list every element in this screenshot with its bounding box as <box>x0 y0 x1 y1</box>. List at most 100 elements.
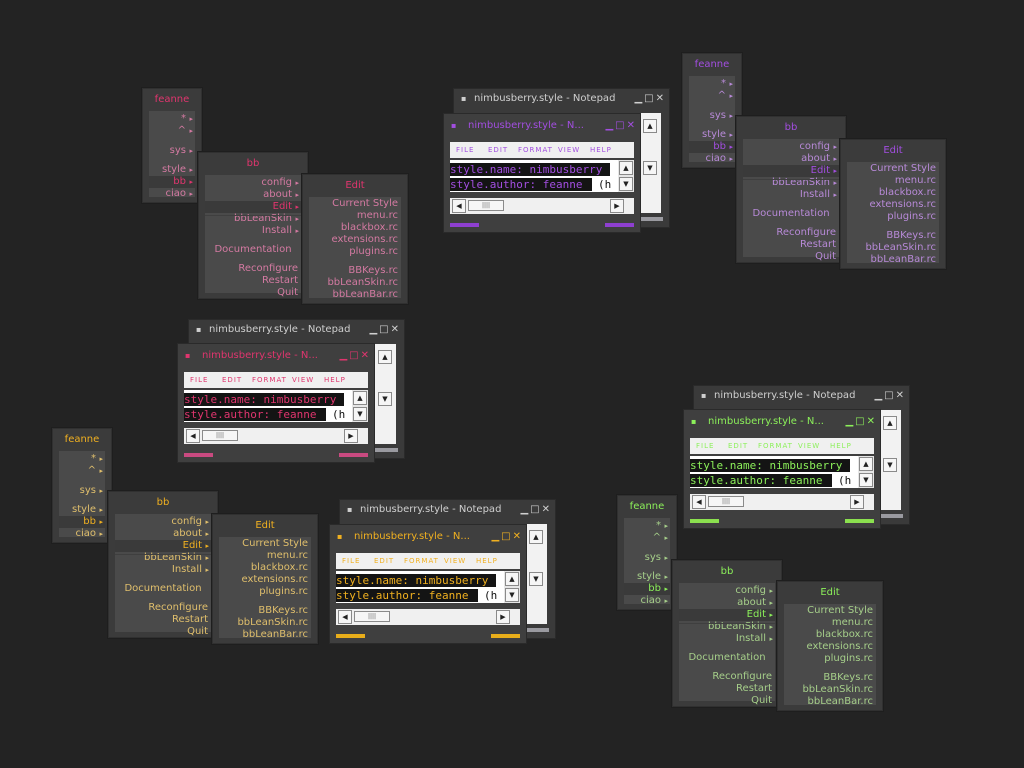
edit-menu-item[interactable]: extensions.rc <box>309 234 401 246</box>
scroll-left-icon[interactable]: ◀ <box>338 610 352 624</box>
edit-menu-item[interactable]: extensions.rc <box>219 574 311 586</box>
notepad-front-titlebar[interactable]: ▪ nimbusberry.style - N... ▁□✕ <box>684 412 880 432</box>
scroll-down-icon[interactable]: ▼ <box>353 407 367 421</box>
scroll-down-icon[interactable]: ▼ <box>529 572 543 586</box>
notepad-editor[interactable]: style.name: nimbusberry style.author: fea… <box>336 571 520 603</box>
root-menu-item[interactable]: style ▸ <box>624 571 670 583</box>
root-menu-item[interactable]: sys ▸ <box>149 145 195 157</box>
bb-menu-item[interactable]: Reconfigure <box>679 671 775 683</box>
scroll-down-icon[interactable]: ▼ <box>619 177 633 191</box>
notepad-window-front[interactable]: ▪ nimbusberry.style - N... ▁□✕ FILE EDIT FORM… <box>684 410 880 528</box>
menubar-item[interactable]: FILE <box>190 376 208 384</box>
notepad-editor[interactable]: style.name: nimbusberry style.author: fea… <box>450 160 634 192</box>
scroll-right-icon[interactable]: ▶ <box>496 610 510 624</box>
root-menu-item[interactable]: sys ▸ <box>59 485 105 497</box>
bb-menu-item[interactable]: Documentation <box>743 208 839 220</box>
scroll-up-icon[interactable]: ▲ <box>883 416 897 430</box>
edit-menu-item[interactable]: blackbox.rc <box>309 222 401 234</box>
minimize-icon[interactable]: ▁ <box>845 416 855 427</box>
scroll-right-icon[interactable]: ▶ <box>850 495 864 509</box>
edit-menu-item[interactable]: Current Style <box>219 538 311 550</box>
root-menu-item[interactable]: bb ▸ <box>59 516 105 528</box>
minimize-icon[interactable]: ▁ <box>634 93 644 104</box>
bb-menu-item[interactable]: config ▸ <box>115 516 211 528</box>
edit-menu-item[interactable]: plugins.rc <box>219 586 311 598</box>
bb-menu-item[interactable]: Install ▸ <box>679 633 775 645</box>
menubar-item[interactable]: FORMAT <box>404 557 439 565</box>
bb-menu-item[interactable]: Edit ▸ <box>115 540 211 552</box>
notepad-back-titlebar[interactable]: ▪ nimbusberry.style - Notepad ▁□✕ <box>189 320 404 340</box>
notepad-front-titlebar[interactable]: ▪ nimbusberry.style - N... ▁□✕ <box>444 116 640 136</box>
scroll-right-icon[interactable]: ▶ <box>610 199 624 213</box>
edit-menu-item[interactable]: Current Style <box>309 198 401 210</box>
horizontal-scrollbar[interactable]: ◀ |||| ▶ <box>450 198 634 214</box>
minimize-icon[interactable]: ▁ <box>491 531 501 542</box>
maximize-icon[interactable]: □ <box>501 531 512 542</box>
menubar-item[interactable]: FORMAT <box>758 442 793 450</box>
bb-menu-item[interactable]: Restart <box>115 614 211 626</box>
menubar-item[interactable]: HELP <box>590 146 612 154</box>
minimize-icon[interactable]: ▁ <box>339 350 349 361</box>
root-menu-item[interactable]: * ▸ <box>624 520 670 532</box>
bb-menu-item[interactable]: about ▸ <box>115 528 211 540</box>
close-icon[interactable]: ✕ <box>867 416 877 427</box>
minimize-icon[interactable]: ▁ <box>520 504 530 515</box>
scroll-down-icon[interactable]: ▼ <box>859 473 873 487</box>
scroll-up-icon[interactable]: ▲ <box>619 161 633 175</box>
scroll-thumb[interactable]: |||| <box>708 496 744 507</box>
root-menu-item[interactable]: ^ ▸ <box>624 532 670 544</box>
bb-menu-item[interactable]: Reconfigure <box>205 263 301 275</box>
scroll-down-icon[interactable]: ▼ <box>378 392 392 406</box>
edit-menu-item[interactable]: bbLeanBar.rc <box>219 629 311 641</box>
bb-menu-item[interactable]: about ▸ <box>743 153 839 165</box>
root-menu-item[interactable]: style ▸ <box>59 504 105 516</box>
root-menu-item[interactable]: sys ▸ <box>624 552 670 564</box>
edit-menu-item[interactable]: Current Style <box>784 605 876 617</box>
root-menu-item[interactable]: bb ▸ <box>624 583 670 595</box>
root-menu-item[interactable]: sys ▸ <box>689 110 735 122</box>
menubar-item[interactable]: HELP <box>830 442 852 450</box>
bb-menu-item[interactable]: Documentation <box>205 244 301 256</box>
bb-menu-item[interactable]: config ▸ <box>679 585 775 597</box>
bb-menu-item[interactable]: Install ▸ <box>205 225 301 237</box>
root-menu-item[interactable]: * ▸ <box>689 78 735 90</box>
edit-menu-item[interactable]: extensions.rc <box>784 641 876 653</box>
root-menu-item[interactable]: bb ▸ <box>149 176 195 188</box>
root-menu-item[interactable]: style ▸ <box>689 129 735 141</box>
vertical-scrollbar[interactable]: ▲ ▼ <box>504 571 520 603</box>
menubar-item[interactable]: VIEW <box>558 146 580 154</box>
root-menu-item[interactable]: bb ▸ <box>689 141 735 153</box>
edit-menu-item[interactable]: bbLeanSkin.rc <box>219 617 311 629</box>
menubar-item[interactable]: EDIT <box>728 442 748 450</box>
horizontal-scrollbar[interactable]: ◀ |||| ▶ <box>690 494 874 510</box>
bb-menu-item[interactable]: Restart <box>743 239 839 251</box>
edit-menu-item[interactable]: Current Style <box>847 163 939 175</box>
root-menu-item[interactable]: * ▸ <box>59 453 105 465</box>
edit-menu-item[interactable]: bbLeanSkin.rc <box>847 242 939 254</box>
maximize-icon[interactable]: □ <box>379 324 390 335</box>
root-menu-item[interactable]: ciao ▸ <box>689 153 735 165</box>
maximize-icon[interactable]: □ <box>855 416 866 427</box>
root-menu-item[interactable]: ciao ▸ <box>149 188 195 200</box>
bb-menu-item[interactable]: Install ▸ <box>115 564 211 576</box>
bb-menu-item[interactable]: Quit <box>205 287 301 299</box>
vertical-scrollbar[interactable]: ▲ ▼ <box>352 390 368 422</box>
close-icon[interactable]: ✕ <box>896 390 906 401</box>
edit-menu-item[interactable]: blackbox.rc <box>847 187 939 199</box>
scroll-up-icon[interactable]: ▲ <box>378 350 392 364</box>
bb-menu-item[interactable]: Edit ▸ <box>743 165 839 177</box>
edit-menu-item[interactable]: menu.rc <box>219 550 311 562</box>
minimize-icon[interactable]: ▁ <box>369 324 379 335</box>
menubar-item[interactable]: HELP <box>324 376 346 384</box>
bb-menu-item[interactable]: Install ▸ <box>743 189 839 201</box>
root-menu-item[interactable]: style ▸ <box>149 164 195 176</box>
scroll-down-icon[interactable]: ▼ <box>643 161 657 175</box>
scroll-left-icon[interactable]: ◀ <box>452 199 466 213</box>
edit-menu-item[interactable]: bbLeanBar.rc <box>847 254 939 266</box>
menubar-item[interactable]: EDIT <box>488 146 508 154</box>
edit-menu-item[interactable]: plugins.rc <box>309 246 401 258</box>
maximize-icon[interactable]: □ <box>349 350 360 361</box>
bb-menu-item[interactable]: Reconfigure <box>115 602 211 614</box>
bb-menu-item[interactable]: Quit <box>679 695 775 707</box>
notepad-back-titlebar[interactable]: ▪ nimbusberry.style - Notepad ▁□✕ <box>340 500 555 520</box>
